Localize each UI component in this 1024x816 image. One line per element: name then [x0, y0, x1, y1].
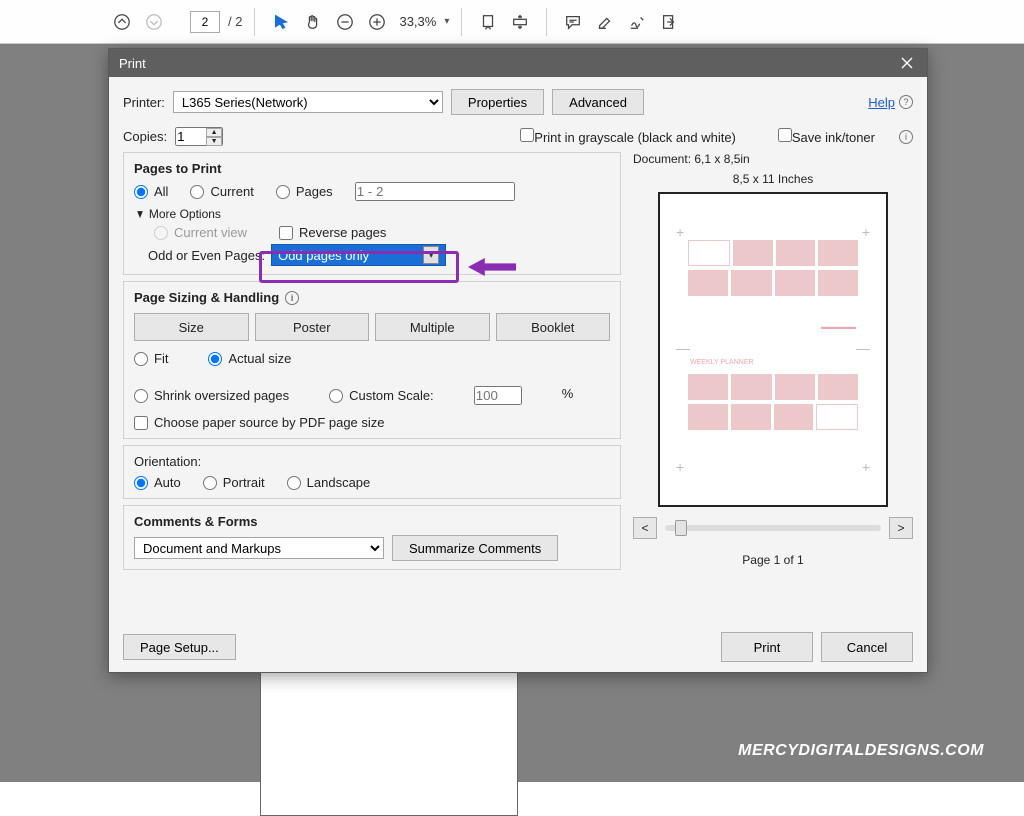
- comments-panel: Comments & Forms Document and Markups Su…: [123, 505, 621, 570]
- orientation-panel: Orientation: Auto Portrait Landscape: [123, 445, 621, 499]
- summarize-comments-button[interactable]: Summarize Comments: [392, 535, 558, 561]
- chevron-down-icon[interactable]: ▾: [423, 246, 439, 264]
- tab-size[interactable]: Size: [134, 313, 249, 341]
- percent-sign: %: [562, 386, 574, 405]
- help-info-icon[interactable]: ?: [899, 95, 913, 109]
- radio-custom-scale[interactable]: Custom Scale:: [329, 386, 434, 405]
- radio-current-view: Current view: [154, 225, 247, 240]
- print-preview: + + ▬▬▬▬▬ — — WEEKLY PLANNER + +: [658, 192, 888, 507]
- document-size-label: Document: 6,1 x 8,5in: [633, 152, 750, 166]
- cancel-button[interactable]: Cancel: [821, 632, 913, 662]
- select-tool-icon[interactable]: [267, 8, 295, 36]
- page-total-label: / 2: [228, 14, 242, 29]
- app-toolbar: / 2 33,3% ▾: [0, 0, 1024, 44]
- comment-icon[interactable]: [559, 8, 587, 36]
- pages-to-print-heading: Pages to Print: [134, 161, 610, 176]
- tab-multiple[interactable]: Multiple: [375, 313, 490, 341]
- saveink-info-icon[interactable]: i: [899, 130, 913, 144]
- comments-select[interactable]: Document and Markups: [134, 537, 384, 559]
- tab-booklet[interactable]: Booklet: [496, 313, 611, 341]
- pages-range-input[interactable]: [355, 182, 515, 201]
- copies-up-icon[interactable]: ▲: [206, 128, 222, 137]
- watermark-text: MERCYDIGITALDESIGNS.COM: [738, 742, 984, 760]
- help-link[interactable]: Help: [868, 95, 895, 110]
- radio-current[interactable]: Current: [190, 184, 253, 199]
- preview-column: Document: 6,1 x 8,5in 8,5 x 11 Inches + …: [633, 152, 913, 618]
- radio-pages[interactable]: Pages: [276, 184, 333, 199]
- more-options-toggle[interactable]: ▼More Options: [134, 207, 610, 221]
- print-dialog: Print Printer: L365 Series(Network) Prop…: [108, 48, 928, 673]
- radio-landscape[interactable]: Landscape: [287, 475, 371, 490]
- radio-actual[interactable]: Actual size: [208, 351, 291, 366]
- highlight-icon[interactable]: [591, 8, 619, 36]
- page-sizing-heading: Page Sizing & Handling: [134, 290, 279, 305]
- custom-scale-input[interactable]: [474, 386, 522, 405]
- paper-source-checkbox[interactable]: Choose paper source by PDF page size: [134, 415, 610, 430]
- page-number-input[interactable]: [190, 11, 220, 33]
- zoom-level[interactable]: 33,3%: [399, 14, 436, 29]
- odd-even-label: Odd or Even Pages:: [148, 248, 265, 263]
- print-button[interactable]: Print: [721, 632, 813, 662]
- tab-poster[interactable]: Poster: [255, 313, 370, 341]
- radio-auto[interactable]: Auto: [134, 475, 181, 490]
- page-sizing-panel: Page Sizing & Handling i Size Poster Mul…: [123, 281, 621, 439]
- preview-slider[interactable]: [665, 525, 881, 531]
- grayscale-checkbox[interactable]: Print in grayscale (black and white): [520, 128, 736, 145]
- sizing-info-icon[interactable]: i: [285, 291, 299, 305]
- dialog-title: Print: [119, 56, 146, 71]
- page-down-icon: [140, 8, 168, 36]
- export-icon[interactable]: [655, 8, 683, 36]
- radio-portrait[interactable]: Portrait: [203, 475, 265, 490]
- odd-even-select[interactable]: Odd pages only ▾: [271, 244, 446, 266]
- radio-shrink[interactable]: Shrink oversized pages: [134, 386, 289, 405]
- hand-tool-icon[interactable]: [299, 8, 327, 36]
- reverse-checkbox[interactable]: Reverse pages: [279, 225, 386, 240]
- zoom-in-icon[interactable]: [363, 8, 391, 36]
- page-up-icon[interactable]: [108, 8, 136, 36]
- printer-label: Printer:: [123, 95, 165, 110]
- fit-width-icon[interactable]: [474, 8, 502, 36]
- preview-page-of: Page 1 of 1: [742, 553, 803, 567]
- close-icon[interactable]: [897, 53, 917, 73]
- preview-prev-button[interactable]: <: [633, 517, 657, 539]
- radio-all[interactable]: All: [134, 184, 168, 199]
- paper-size-label: 8,5 x 11 Inches: [733, 172, 814, 186]
- pages-to-print-panel: Pages to Print All Current Pages ▼More O…: [123, 152, 621, 275]
- zoom-out-icon[interactable]: [331, 8, 359, 36]
- dialog-titlebar: Print: [109, 49, 927, 77]
- saveink-checkbox[interactable]: Save ink/toner: [778, 128, 875, 145]
- printer-select[interactable]: L365 Series(Network): [173, 91, 443, 113]
- copies-label: Copies:: [123, 129, 167, 144]
- comments-heading: Comments & Forms: [134, 514, 610, 529]
- advanced-button[interactable]: Advanced: [552, 89, 644, 115]
- preview-next-button[interactable]: >: [889, 517, 913, 539]
- page-setup-button[interactable]: Page Setup...: [123, 634, 236, 660]
- fit-page-icon[interactable]: [506, 8, 534, 36]
- properties-button[interactable]: Properties: [451, 89, 544, 115]
- sign-icon[interactable]: [623, 8, 651, 36]
- orientation-heading: Orientation:: [134, 454, 610, 469]
- radio-fit[interactable]: Fit: [134, 351, 168, 366]
- copies-down-icon[interactable]: ▼: [206, 137, 222, 146]
